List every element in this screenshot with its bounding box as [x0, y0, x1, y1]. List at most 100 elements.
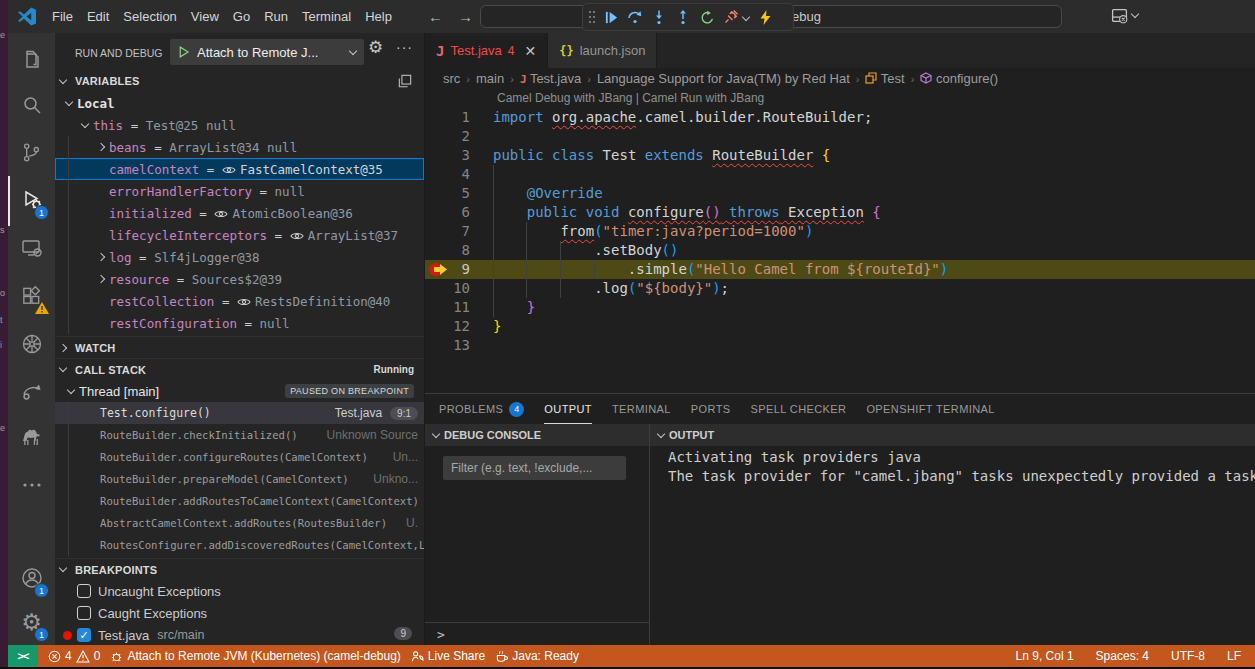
code-editor[interactable]: 1import org.apache.camel.builder.RouteBu… [425, 108, 1255, 393]
debug-console-filter-input[interactable]: Filter (e.g. text, !exclude,... [443, 456, 626, 480]
indentation[interactable]: Spaces: 4 [1096, 649, 1149, 663]
sidebar-item-explorer[interactable] [8, 38, 55, 82]
variable-row[interactable]: beans = ArrayList@34 null [55, 136, 424, 158]
variable-row[interactable]: restCollection = RestsDefinition@40 [55, 290, 424, 312]
sidebar-item-more[interactable] [8, 463, 55, 507]
debug-disconnect-icon[interactable] [719, 4, 743, 30]
remote-indicator[interactable]: >< [8, 645, 38, 667]
start-debug-icon[interactable] [178, 46, 190, 58]
code-line[interactable]: 13 [425, 336, 1255, 355]
breadcrumb-item[interactable]: Language Support for Java(TM) by Red Hat [597, 71, 850, 86]
breadcrumb-item[interactable]: Test [865, 71, 904, 86]
variable-row[interactable]: log = Slf4jLogger@38 [55, 246, 424, 268]
java-status[interactable]: Java: Ready [495, 649, 579, 663]
code-line[interactable]: 11 } [425, 298, 1255, 317]
layout-control[interactable] [1111, 7, 1138, 24]
code-line[interactable]: 6 public void configure() throws Excepti… [425, 203, 1255, 222]
stack-frame-row[interactable]: RouteBuilder.addRoutesToCamelContext(Cam… [55, 490, 424, 512]
panel-tab-ports[interactable]: PORTS [691, 395, 731, 424]
debug-console-prompt[interactable]: > [425, 622, 649, 645]
lightning-icon[interactable] [753, 4, 777, 30]
debug-continue-icon[interactable] [599, 4, 623, 30]
launch-config-select[interactable]: Attach to Remote J... [170, 39, 364, 65]
chevron-down-icon[interactable] [742, 13, 750, 21]
codelens-actions[interactable]: Camel Debug with JBang | Camel Run with … [497, 91, 764, 105]
code-line[interactable]: 10 .log("${body}"); [425, 279, 1255, 298]
call-stack-section-header[interactable]: CALL STACK Running [55, 358, 424, 380]
breadcrumb-item[interactable]: main [476, 71, 504, 86]
variable-row[interactable]: restConfiguration = null [55, 312, 424, 334]
eol[interactable]: LF [1227, 649, 1241, 663]
debug-step-out-icon[interactable] [671, 4, 695, 30]
output-log[interactable]: Activating task providers javaThe task p… [668, 448, 1255, 486]
variable-row[interactable]: errorHandlerFactory = null [55, 180, 424, 202]
menu-run[interactable]: Run [257, 0, 295, 33]
code-line[interactable]: 4 [425, 165, 1255, 184]
checkbox[interactable]: ✓ [77, 628, 91, 642]
menu-help[interactable]: Help [358, 0, 399, 33]
encoding[interactable]: UTF-8 [1171, 649, 1205, 663]
panel-tab-spell-checker[interactable]: SPELL CHECKER [751, 395, 847, 424]
code-line[interactable]: 2 [425, 127, 1255, 146]
output-header[interactable]: OUTPUT [650, 424, 1255, 446]
debug-restart-icon[interactable] [695, 4, 719, 30]
menu-edit[interactable]: Edit [80, 0, 116, 33]
close-icon[interactable]: ✕ [524, 43, 536, 59]
menu-selection[interactable]: Selection [116, 0, 183, 33]
sidebar-item-openshift[interactable] [8, 370, 55, 414]
collapse-all-icon[interactable] [398, 74, 412, 88]
sidebar-item-extensions[interactable] [8, 274, 55, 318]
breakpoint-row[interactable]: ✓Test.javasrc/main9 [55, 624, 424, 645]
debug-step-into-icon[interactable] [647, 4, 671, 30]
stack-frame-row[interactable]: RouteBuilder.prepareModel(CamelContext)U… [55, 468, 424, 490]
problems-status[interactable]: 4 0 [48, 649, 100, 663]
sidebar-item-source-control[interactable] [8, 130, 55, 174]
variable-row[interactable]: camelContext = FastCamelContext@35 [55, 158, 424, 180]
current-breakpoint-indicator[interactable] [429, 262, 449, 277]
menu-go[interactable]: Go [226, 0, 257, 33]
sidebar-item-camel[interactable] [8, 414, 55, 458]
variable-row[interactable]: lifecycleInterceptors = ArrayList@37 [55, 224, 424, 246]
menu-terminal[interactable]: Terminal [295, 0, 358, 33]
drag-handle-icon[interactable] [587, 4, 597, 30]
variable-scope-row[interactable]: Local [55, 92, 424, 114]
history-forward-icon[interactable]: → [458, 0, 473, 33]
live-share-status[interactable]: Live Share [411, 649, 485, 663]
sidebar-item-kubernetes[interactable] [8, 322, 55, 366]
stack-frame-row[interactable]: RouteBuilder.configureRoutes(CamelContex… [55, 446, 424, 468]
breakpoints-section-header[interactable]: BREAKPOINTS [55, 558, 424, 580]
debug-step-over-icon[interactable] [623, 4, 647, 30]
code-line[interactable]: 3public class Test extends RouteBuilder … [425, 146, 1255, 165]
variables-section-header[interactable]: VARIABLES [55, 70, 424, 92]
debug-settings-gear-icon[interactable]: ⚙ [368, 37, 383, 58]
panel-tab-output[interactable]: OUTPUT [544, 395, 592, 424]
stack-frame-row[interactable]: RouteBuilder.checkInitialized()Unknown S… [55, 424, 424, 446]
panel-tab-terminal[interactable]: TERMINAL [612, 395, 671, 424]
code-line[interactable]: 12} [425, 317, 1255, 336]
panel-tab-problems[interactable]: PROBLEMS4 [439, 395, 524, 424]
variable-row[interactable]: resource = Sources$2@39 [55, 268, 424, 290]
stack-frame-row[interactable]: Test.configure()Test.java9:1 [55, 402, 424, 424]
watch-section-header[interactable]: WATCH [55, 336, 424, 358]
checkbox[interactable] [77, 584, 91, 598]
sidebar-item-run-debug[interactable]: 1 [8, 178, 55, 222]
tab-test-java[interactable]: J Test.java 4 ✕ [425, 33, 548, 68]
panel-tab-openshift-terminal[interactable]: OPENSHIFT TERMINAL [866, 395, 994, 424]
breadcrumb-item[interactable]: configure() [920, 71, 998, 86]
breadcrumb-item[interactable]: J Test.java [520, 71, 581, 86]
variable-row[interactable]: this = Test@25 null [55, 114, 424, 136]
stack-frame-row[interactable]: AbstractCamelContext.addRoutes(RoutesBui… [55, 512, 424, 534]
code-line[interactable]: 8 .setBody() [425, 241, 1255, 260]
code-line[interactable]: 1import org.apache.camel.builder.RouteBu… [425, 108, 1255, 127]
history-back-icon[interactable]: ← [428, 0, 443, 33]
checkbox[interactable] [77, 606, 91, 620]
accounts-button[interactable]: 1 [8, 556, 55, 600]
code-line[interactable]: 5 @Override [425, 184, 1255, 203]
cursor-position[interactable]: Ln 9, Col 1 [1016, 649, 1074, 663]
breadcrumb-item[interactable]: src [443, 71, 460, 86]
menu-view[interactable]: View [184, 0, 226, 33]
code-line[interactable]: 9 .simple("Hello Camel from ${routeId}") [425, 260, 1255, 279]
thread-row[interactable]: Thread [main] PAUSED ON BREAKPOINT [55, 380, 424, 402]
settings-button[interactable]: ⚙ 1 [8, 600, 55, 644]
tab-launch-json[interactable]: {} launch.json [548, 33, 657, 68]
